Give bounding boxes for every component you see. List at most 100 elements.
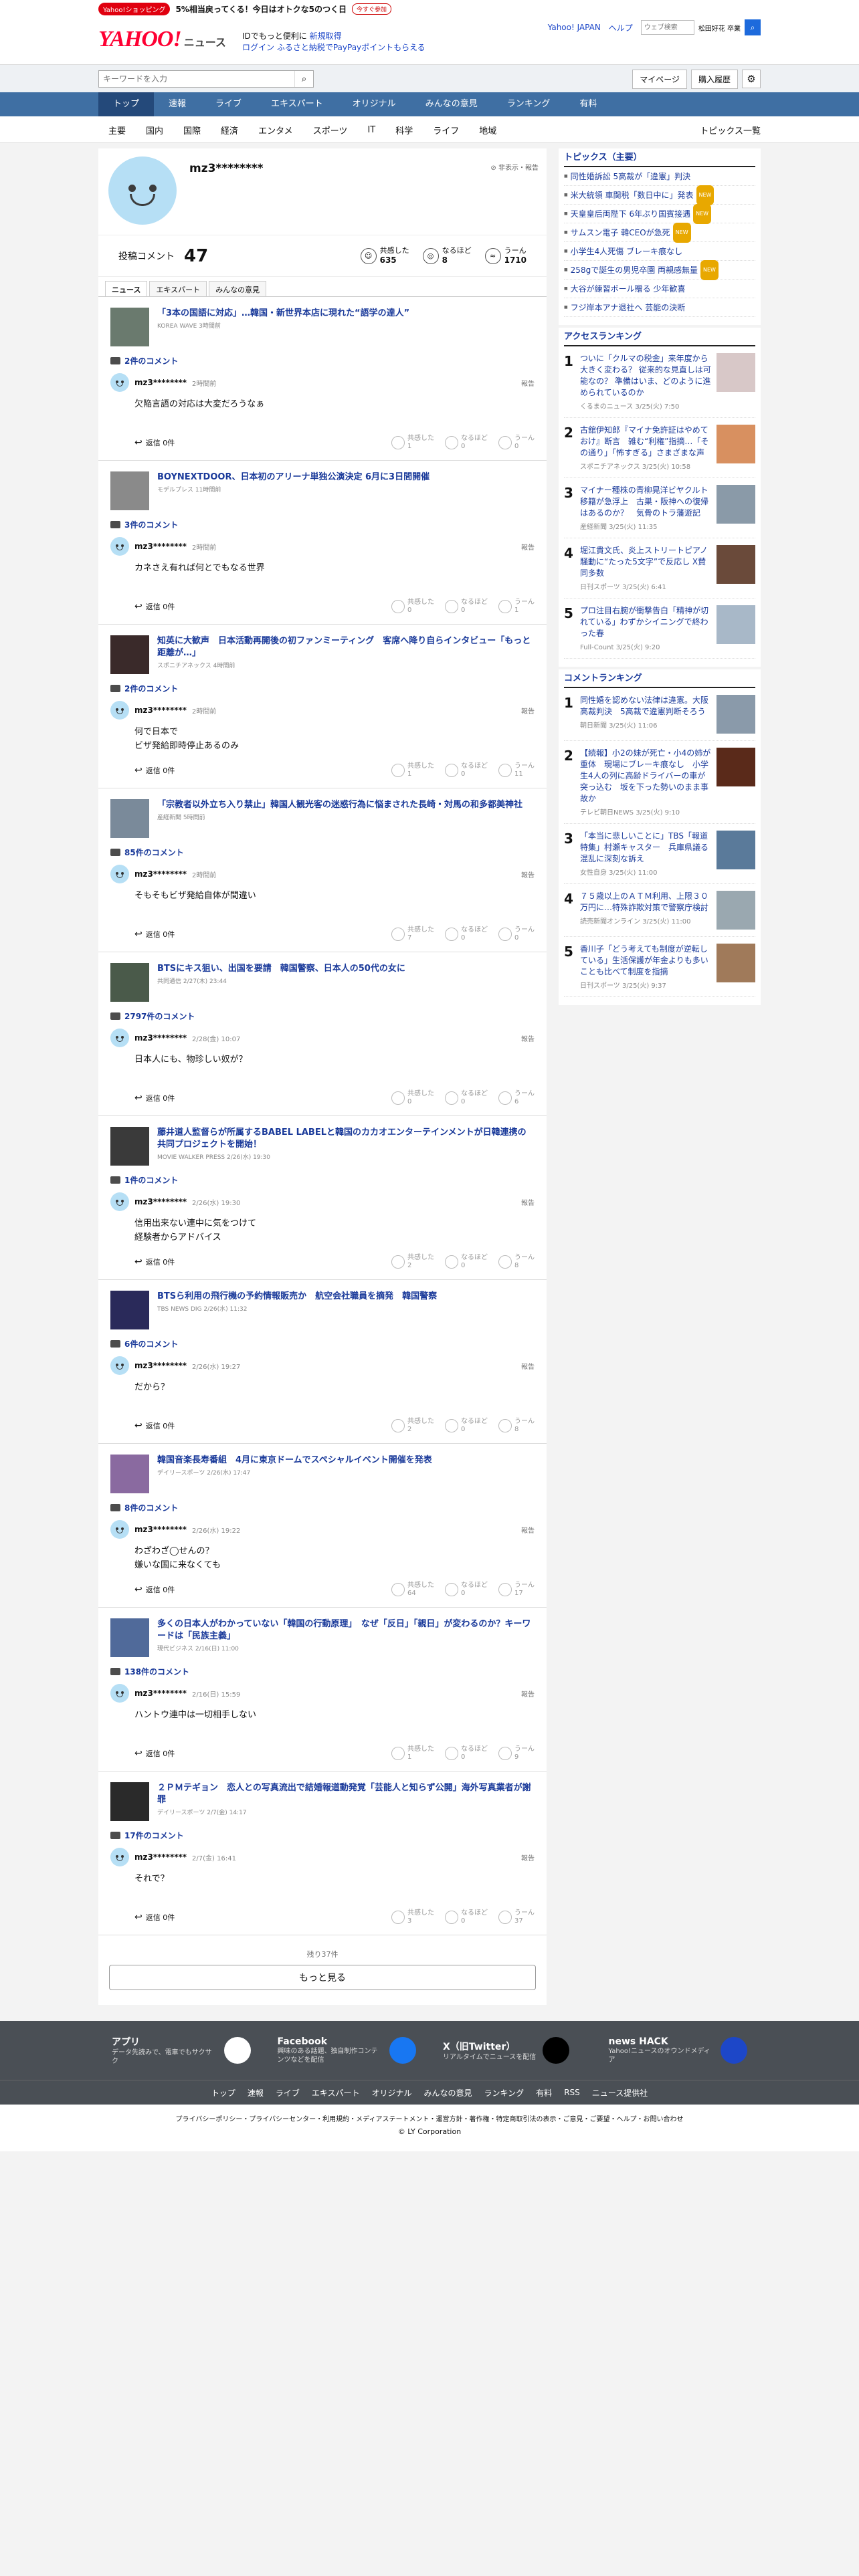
article-link[interactable]: BTSにキス狙い、出国を要請 韓国警察、日本人の50代の女に 共同通信 2/27(… — [110, 952, 535, 1007]
vote-hmm-button[interactable]: うーん 6 — [498, 1090, 535, 1106]
ranking-item[interactable]: 5 香川子「どう考えても制度が逆転している」生活保護が年金よりも多いことも比べて制… — [564, 937, 755, 997]
show-more-button[interactable]: もっと見る — [109, 1965, 536, 1990]
ranking-title[interactable]: ついに「クルマの税金」来年度から大きく変わる？ 従来的な見直しは可能なの？ 準備… — [580, 353, 711, 399]
vote-understand-button[interactable]: なるほど 0 — [445, 762, 488, 778]
ranking-thumbnail[interactable] — [717, 353, 755, 392]
article-title[interactable]: BTSにキス狙い、出国を要請 韓国警察、日本人の50代の女に — [157, 963, 405, 975]
ranking-thumbnail[interactable] — [717, 695, 755, 734]
category-item[interactable]: 地域 — [469, 124, 506, 136]
ranking-thumbnail[interactable] — [717, 944, 755, 982]
vote-empathy-button[interactable]: 共感した 1 — [391, 435, 434, 451]
vote-hmm-button[interactable]: うーん 8 — [498, 1254, 535, 1270]
ranking-item[interactable]: 2 古舘伊知郎『マイナ免許証はやめておけ』断言 雑む“利権”指摘…「その通り」「怖… — [564, 418, 755, 478]
user-name[interactable]: mz3******** — [134, 706, 187, 715]
access-ranking-heading[interactable]: アクセスランキング — [564, 328, 755, 346]
vote-understand-button[interactable]: なるほど 0 — [445, 1582, 488, 1598]
article-title[interactable]: 藤井道人監督らが所属するBABEL LABELと韓国のカカオエンターテインメント… — [157, 1127, 535, 1151]
reply-button[interactable]: ↩ 返信 0件 — [134, 1257, 175, 1267]
article-link[interactable]: 知英に大歓声 日本活動再開後の初ファンミーティング 客席へ降り自らインタビュー「… — [110, 625, 535, 679]
category-item[interactable]: 国際 — [173, 124, 211, 136]
topic-item[interactable]: 大谷が練習ボール贈る 少年歓喜 — [564, 280, 755, 298]
avatar[interactable] — [110, 1848, 129, 1866]
topics-list-link[interactable]: トピックス一覧 — [700, 124, 761, 136]
avatar[interactable] — [110, 373, 129, 392]
ranking-item[interactable]: 5 プロ注目右腕が衝撃告白「精神が切れている」わずかシイニングで終わった春 Full… — [564, 599, 755, 659]
legal-text[interactable]: プライバシーポリシー・プライバシーセンター・利用規約・メディアステートメント・運… — [0, 2114, 859, 2126]
report-link[interactable]: 報告 — [521, 378, 535, 388]
ranking-title[interactable]: 香川子「どう考えても制度が逆転している」生活保護が年金よりも多いことも比べて制度… — [580, 944, 711, 978]
article-thumbnail[interactable] — [110, 471, 149, 510]
promo-text[interactable]: 5%相当戻ってくる！今日はオトクな5のつく日 — [175, 3, 347, 15]
vote-hmm-button[interactable]: うーん 37 — [498, 1909, 535, 1925]
footer-nav-item[interactable]: トップ — [211, 2087, 235, 2099]
ranking-title[interactable]: プロ注目右腕が衝撃告白「精神が切れている」わずかシイニングで終わった春 — [580, 605, 711, 639]
hide-report-link[interactable]: ⊘ 非表示・報告 — [490, 162, 539, 172]
user-name[interactable]: mz3******** — [134, 1852, 187, 1862]
article-thumbnail[interactable] — [110, 635, 149, 674]
report-link[interactable]: 報告 — [521, 869, 535, 879]
article-thumbnail[interactable] — [110, 1782, 149, 1821]
tab-expert[interactable]: エキスパート — [149, 281, 207, 296]
reply-button[interactable]: ↩ 返信 0件 — [134, 1093, 175, 1103]
comment-count-link[interactable]: 2797件のコメント — [110, 1007, 535, 1025]
report-link[interactable]: 報告 — [521, 1197, 535, 1207]
vote-hmm-button[interactable]: うーん 8 — [498, 1418, 535, 1434]
vote-understand-button[interactable]: なるほど 0 — [445, 1090, 488, 1106]
article-title[interactable]: BTSら利用の飛行機の予約情報販売か 航空会社職員を摘発 韓国警察 — [157, 1291, 437, 1303]
ranking-thumbnail[interactable] — [717, 545, 755, 584]
vote-empathy-button[interactable]: 共感した 0 — [391, 599, 434, 615]
article-link[interactable]: 韓国音楽長寿番組 4月に東京ドームでスペシャルイベント開催を発表 デイリースポーツ… — [110, 1444, 535, 1499]
ranking-item[interactable]: 3 「本当に悲しいことに」TBS「報道特集」村瀬キャスター 兵庫県議る混乱に深刻な… — [564, 824, 755, 884]
avatar[interactable] — [110, 1520, 129, 1539]
article-link[interactable]: BOYNEXTDOOR、日本初のアリーナ単独公演決定 6月に3日間開催 モデルプレ… — [110, 461, 535, 516]
tab-news[interactable]: ニュース — [105, 281, 148, 296]
report-link[interactable]: 報告 — [521, 1525, 535, 1535]
topics-heading[interactable]: トピックス（主要） — [564, 148, 755, 167]
comment-count-link[interactable]: 8件のコメント — [110, 1499, 535, 1516]
footer-nav-item[interactable]: エキスパート — [312, 2087, 360, 2099]
nav-item[interactable]: 有料 — [565, 92, 611, 116]
reply-button[interactable]: ↩ 返信 0件 — [134, 1912, 175, 1923]
user-name[interactable]: mz3******** — [134, 1525, 187, 1534]
article-title[interactable]: ２ＰＭテギョン 恋人との写真流出で結婚報道動発覚「芸能人と知らず公開」海外写真業… — [157, 1782, 535, 1806]
vote-understand-button[interactable]: なるほど 0 — [445, 1418, 488, 1434]
reply-button[interactable]: ↩ 返信 0件 — [134, 1748, 175, 1759]
article-thumbnail[interactable] — [110, 1455, 149, 1493]
ranking-thumbnail[interactable] — [717, 605, 755, 644]
yahoo-japan-link[interactable]: Yahoo! JAPAN — [548, 23, 601, 32]
user-name[interactable]: mz3******** — [134, 1689, 187, 1698]
article-thumbnail[interactable] — [110, 1127, 149, 1166]
nav-item[interactable]: トップ — [98, 92, 155, 116]
category-item[interactable]: 主要 — [98, 124, 136, 136]
news-search-input[interactable] — [99, 71, 294, 87]
topic-item[interactable]: 小学生4人死傷 ブレーキ痕なし — [564, 242, 755, 261]
topic-item[interactable]: 258gで誕生の男児卒園 両親感無量NEW — [564, 259, 755, 280]
footer-nav-item[interactable]: ランキング — [484, 2087, 524, 2099]
news-search-button[interactable]: ⌕ — [294, 71, 313, 87]
ranking-thumbnail[interactable] — [717, 831, 755, 869]
avatar[interactable] — [110, 1684, 129, 1703]
category-item[interactable]: スポーツ — [303, 124, 358, 136]
comment-count-link[interactable]: 2件のコメント — [110, 352, 535, 369]
login-link[interactable]: ログイン — [242, 43, 274, 52]
avatar[interactable] — [110, 1192, 129, 1211]
vote-hmm-button[interactable]: うーん 1 — [498, 599, 535, 615]
vote-empathy-button[interactable]: 共感した 64 — [391, 1582, 434, 1598]
ranking-thumbnail[interactable] — [717, 891, 755, 930]
ranking-title[interactable]: 古舘伊知郎『マイナ免許証はやめておけ』断言 雑む“利権”指摘…「その通り」「怖す… — [580, 425, 711, 459]
comment-count-link[interactable]: 138件のコメント — [110, 1662, 535, 1680]
topic-item[interactable]: フジ岸本アナ退社へ 芸能の決断 — [564, 298, 755, 317]
footer-nav-item[interactable]: オリジナル — [372, 2087, 412, 2099]
footer-nav-item[interactable]: 速報 — [248, 2087, 264, 2099]
category-item[interactable]: IT — [357, 125, 385, 135]
reply-button[interactable]: ↩ 返信 0件 — [134, 437, 175, 448]
user-name[interactable]: mz3******** — [134, 1033, 187, 1043]
yahoo-news-logo[interactable]: YAHOO! ニュース — [98, 27, 226, 52]
vote-hmm-button[interactable]: うーん 0 — [498, 435, 535, 451]
comment-count-link[interactable]: 85件のコメント — [110, 843, 535, 861]
ranking-title[interactable]: ７５歳以上のＡＴＭ利用、上限３０万円に…特殊詐欺対策で警察庁検討 — [580, 891, 711, 914]
comment-count-link[interactable]: 17件のコメント — [110, 1826, 535, 1844]
article-link[interactable]: 「3本の国語に対応」…韓国・新世界本店に現れた“語学の達人” KOREA WAVE… — [110, 297, 535, 352]
nav-item[interactable]: 速報 — [154, 92, 201, 116]
article-link[interactable]: BTSら利用の飛行機の予約情報販売か 航空会社職員を摘発 韓国警察 TBS NEW… — [110, 1280, 535, 1335]
